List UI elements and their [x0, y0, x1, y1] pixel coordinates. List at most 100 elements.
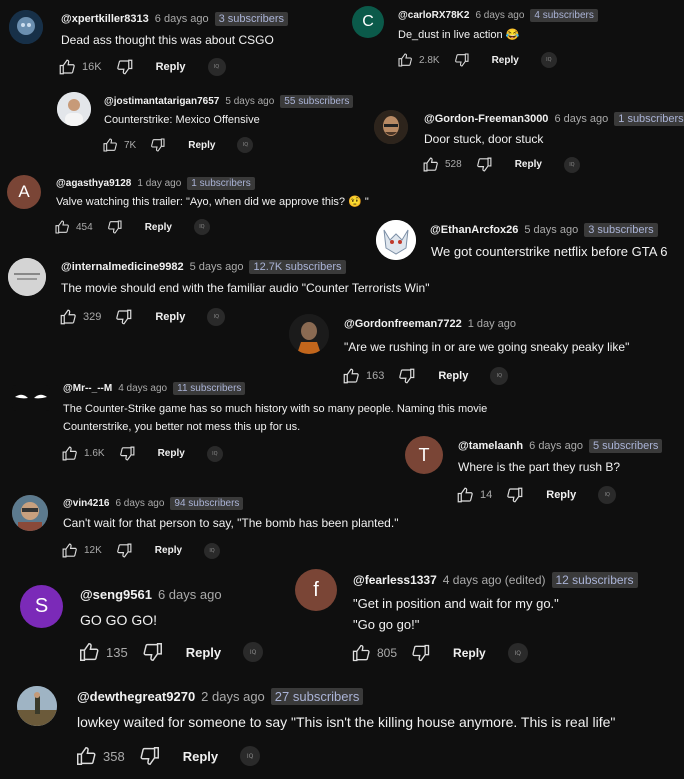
avatar[interactable]: A — [7, 175, 41, 209]
thumbs-up-icon — [103, 138, 117, 152]
dislike-button[interactable] — [115, 308, 133, 326]
comment-time[interactable]: 4 days ago (edited) — [443, 573, 546, 587]
comment-time[interactable]: 4 days ago — [118, 383, 167, 394]
comment-author[interactable]: @xpertkiller8313 — [61, 13, 149, 25]
dislike-button[interactable] — [411, 643, 431, 663]
comment-time[interactable]: 1 day ago — [137, 178, 181, 189]
reply-button[interactable]: Reply — [438, 370, 468, 382]
reply-button[interactable]: Reply — [492, 55, 519, 66]
like-button[interactable] — [59, 308, 77, 326]
iq-badge-icon[interactable]: IQ — [207, 308, 226, 326]
reply-button[interactable]: Reply — [515, 159, 542, 170]
reply-button[interactable]: Reply — [155, 311, 185, 323]
comment-text-line2: Counterstrike, you better not mess this … — [63, 421, 301, 433]
dislike-button[interactable] — [150, 137, 166, 153]
avatar[interactable] — [17, 686, 57, 726]
comment-author[interactable]: @internalmedicine9982 — [61, 261, 184, 273]
comment-author[interactable]: @vin4216 — [63, 498, 109, 509]
avatar[interactable] — [12, 385, 50, 411]
iq-badge-icon[interactable]: IQ — [193, 219, 210, 235]
comment-author[interactable]: @dewthegreat9270 — [77, 689, 195, 704]
comment-author[interactable]: @Gordon-Freeman3000 — [424, 113, 548, 125]
comment-time[interactable]: 5 days ago — [225, 96, 274, 107]
subscriber-badge: 11 subscribers — [173, 382, 246, 395]
like-button[interactable] — [351, 643, 371, 663]
iq-badge-icon[interactable]: IQ — [563, 156, 580, 173]
like-button[interactable] — [78, 641, 100, 663]
comment-author[interactable]: @tamelaanh — [458, 440, 523, 452]
like-count: 135 — [106, 644, 128, 660]
comment-author[interactable]: @carloRX78K2 — [398, 10, 469, 21]
reply-button[interactable]: Reply — [158, 448, 185, 459]
comment-time[interactable]: 6 days ago — [155, 13, 209, 25]
avatar[interactable]: f — [295, 569, 337, 611]
avatar[interactable] — [8, 258, 46, 296]
dislike-button[interactable] — [476, 156, 493, 173]
comment-author[interactable]: @EthanArcfox26 — [430, 224, 518, 236]
dislike-button[interactable] — [454, 52, 470, 68]
avatar[interactable] — [9, 10, 43, 44]
dislike-button[interactable] — [142, 641, 164, 663]
avatar[interactable] — [57, 92, 91, 126]
reply-button[interactable]: Reply — [156, 61, 186, 73]
avatar[interactable]: T — [405, 436, 443, 474]
avatar[interactable]: S — [20, 585, 63, 628]
like-button[interactable] — [397, 52, 413, 68]
comment-time[interactable]: 6 days ago — [475, 10, 524, 21]
reply-button[interactable]: Reply — [186, 645, 221, 660]
dislike-button[interactable] — [506, 486, 524, 504]
iq-badge-icon[interactable]: IQ — [206, 445, 223, 462]
like-button[interactable] — [61, 542, 78, 559]
iq-badge-icon[interactable]: IQ — [237, 137, 254, 153]
avatar[interactable] — [374, 110, 408, 144]
comment-author[interactable]: @jostimantatarigan7657 — [104, 96, 219, 107]
iq-badge-icon[interactable]: IQ — [598, 486, 617, 504]
dislike-button[interactable] — [116, 542, 133, 559]
reply-button[interactable]: Reply — [546, 489, 576, 501]
comment-time[interactable]: 1 day ago — [468, 318, 516, 330]
comment-time[interactable]: 6 days ago — [115, 498, 164, 509]
comment-author[interactable]: @agasthya9128 — [56, 178, 131, 189]
reply-button[interactable]: Reply — [188, 140, 215, 151]
like-button[interactable] — [54, 219, 70, 235]
iq-badge-icon[interactable]: IQ — [240, 746, 261, 766]
comment-author[interactable]: @seng9561 — [80, 587, 152, 602]
comment-author[interactable]: @Mr--_--M — [63, 383, 112, 394]
reply-button[interactable]: Reply — [453, 646, 486, 660]
comment-time[interactable]: 2 days ago — [201, 689, 265, 704]
iq-badge-icon[interactable]: IQ — [540, 52, 557, 68]
dislike-button[interactable] — [398, 367, 416, 385]
dislike-button[interactable] — [107, 219, 123, 235]
subscriber-badge: 94 subscribers — [170, 497, 244, 510]
dislike-button[interactable] — [116, 58, 134, 76]
like-button[interactable] — [102, 137, 118, 153]
iq-badge-icon[interactable]: IQ — [243, 642, 264, 662]
reply-button[interactable]: Reply — [145, 222, 172, 233]
like-button[interactable] — [61, 445, 78, 462]
comment-author[interactable]: @Gordonfreeman7722 — [344, 318, 462, 330]
avatar[interactable] — [289, 314, 329, 354]
comment-time[interactable]: 6 days ago — [158, 587, 222, 602]
like-count: 454 — [76, 221, 93, 233]
avatar[interactable] — [12, 495, 48, 531]
reply-button[interactable]: Reply — [155, 545, 182, 556]
like-button[interactable] — [58, 58, 76, 76]
comment-time[interactable]: 5 days ago — [524, 224, 578, 236]
iq-badge-icon[interactable]: IQ — [207, 58, 226, 76]
like-button[interactable] — [342, 367, 360, 385]
comment-author[interactable]: @fearless1337 — [353, 573, 437, 587]
avatar[interactable]: C — [352, 6, 384, 38]
dislike-button[interactable] — [139, 745, 161, 767]
comment-time[interactable]: 6 days ago — [554, 113, 608, 125]
like-button[interactable] — [456, 486, 474, 504]
like-button[interactable] — [422, 156, 439, 173]
iq-badge-icon[interactable]: IQ — [507, 643, 528, 663]
comment-time[interactable]: 5 days ago — [190, 261, 244, 273]
like-button[interactable] — [75, 745, 97, 767]
avatar[interactable] — [376, 220, 416, 260]
comment-time[interactable]: 6 days ago — [529, 440, 583, 452]
reply-button[interactable]: Reply — [183, 749, 218, 764]
iq-badge-icon[interactable]: IQ — [204, 542, 221, 559]
iq-badge-icon[interactable]: IQ — [490, 367, 509, 385]
dislike-button[interactable] — [119, 445, 136, 462]
